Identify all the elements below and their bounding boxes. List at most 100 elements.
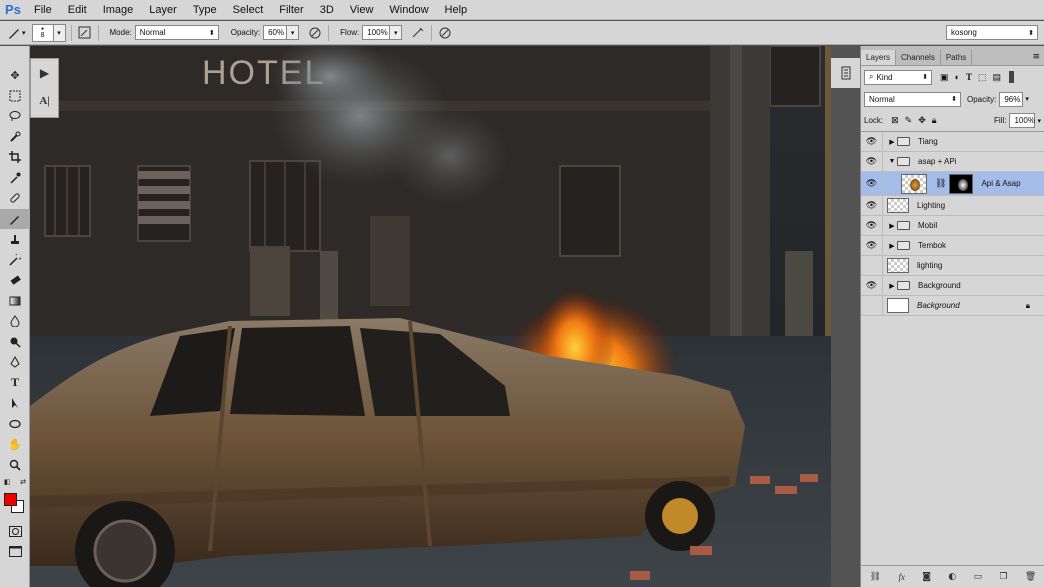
tab-layers[interactable]: Layers (861, 50, 897, 65)
quick-mask-icon[interactable] (0, 521, 30, 542)
link-layers-icon[interactable]: ⛓︎ (870, 572, 881, 582)
type-tool-icon[interactable]: T (0, 373, 30, 394)
menu-file[interactable]: File (26, 0, 60, 20)
layer-row-tembok[interactable]: 👁︎ ▶ Tembok (861, 235, 1044, 256)
fill-dropdown-icon[interactable]: ▾ (1037, 117, 1041, 125)
menu-filter[interactable]: Filter (271, 0, 311, 20)
layer-filter-select[interactable]: ⌕ Kind ⬍ (864, 69, 932, 85)
crop-tool-icon[interactable] (0, 147, 30, 168)
path-selection-tool-icon[interactable] (0, 393, 30, 414)
expand-arrow-icon[interactable]: ▶ (887, 138, 897, 146)
visibility-eye-icon[interactable]: 👁︎ (861, 235, 883, 256)
marquee-tool-icon[interactable] (0, 86, 30, 107)
filter-pixel-icon[interactable]: ▣ (940, 72, 949, 83)
healing-brush-tool-icon[interactable] (0, 188, 30, 209)
layer-row-asap-api[interactable]: 👁︎ ▼ asap + APi (861, 151, 1044, 172)
character-panel-icon[interactable]: A| (31, 87, 58, 115)
tab-paths[interactable]: Paths (941, 50, 973, 65)
layer-style-icon[interactable]: fx (898, 572, 905, 582)
filter-smart-object-icon[interactable]: ▤ (992, 72, 1001, 83)
expand-arrow-icon[interactable]: ▶ (887, 222, 897, 230)
add-mask-icon[interactable]: ◙ (922, 572, 931, 582)
quick-selection-tool-icon[interactable] (0, 127, 30, 148)
adjustment-layer-icon[interactable]: ◐ (948, 572, 956, 582)
brush-size-picker[interactable]: ● 8 (31, 23, 54, 42)
expand-arrow-icon[interactable]: ▶ (887, 282, 897, 290)
filter-shape-icon[interactable]: ⬚ (978, 72, 987, 83)
menu-3d[interactable]: 3D (312, 0, 342, 20)
pen-tool-icon[interactable] (0, 352, 30, 373)
history-brush-tool-icon[interactable] (0, 250, 30, 271)
lock-all-icon[interactable]: 🔒︎ (932, 115, 937, 126)
brush-panel-toggle-icon[interactable] (77, 25, 93, 41)
dodge-tool-icon[interactable] (0, 332, 30, 353)
filter-toggle-icon[interactable] (1009, 71, 1014, 83)
brush-size-dropdown[interactable]: ▾ (53, 23, 66, 42)
history-panel-icon[interactable] (831, 58, 860, 88)
document-canvas[interactable]: HOTEL (30, 46, 831, 587)
eraser-tool-icon[interactable] (0, 270, 30, 291)
filter-adjustment-icon[interactable]: ◐ (955, 72, 960, 82)
expand-arrow-icon[interactable]: ▶ (887, 242, 897, 250)
menu-help[interactable]: Help (437, 0, 476, 20)
fill-input[interactable]: 100% (1009, 113, 1036, 128)
new-layer-icon[interactable]: ❐ (999, 572, 1007, 582)
panel-menu-icon[interactable]: ≡ (1028, 49, 1044, 65)
lock-pixels-icon[interactable]: ✎ (905, 115, 913, 126)
pressure-opacity-icon[interactable] (307, 25, 323, 41)
lock-position-icon[interactable]: ✥ (918, 115, 926, 126)
screen-mode-icon[interactable] (0, 542, 30, 563)
flow-input[interactable]: 100% (362, 25, 391, 40)
workspace-select[interactable]: kosong ⬍ (946, 25, 1038, 40)
opacity-input[interactable]: 60% (263, 25, 288, 40)
blend-mode-select[interactable]: Normal ⬍ (864, 91, 961, 107)
visibility-toggle-empty[interactable] (861, 255, 883, 276)
mask-link-icon[interactable]: ⛓︎ (935, 178, 946, 189)
flow-slider-dropdown[interactable]: ▾ (390, 25, 403, 40)
shape-tool-icon[interactable] (0, 414, 30, 435)
airbrush-icon[interactable] (410, 25, 426, 41)
delete-layer-icon[interactable]: 🗑︎ (1025, 572, 1036, 582)
zoom-tool-icon[interactable] (0, 455, 30, 476)
layer-mask-thumbnail[interactable] (949, 173, 974, 194)
layer-row-tiang[interactable]: 👁︎ ▶ Tiang (861, 131, 1044, 152)
brush-tool-icon[interactable] (0, 208, 30, 229)
lock-transparent-icon[interactable]: ⊠ (891, 115, 899, 126)
layer-row-background-group[interactable]: 👁︎ ▶ Background (861, 275, 1044, 296)
pressure-size-icon[interactable] (437, 25, 453, 41)
menu-window[interactable]: Window (381, 0, 436, 20)
blur-tool-icon[interactable] (0, 311, 30, 332)
visibility-eye-icon[interactable]: 👁︎ (861, 195, 883, 216)
visibility-eye-icon[interactable]: 👁︎ (861, 131, 883, 152)
brush-preset-dropdown-icon[interactable]: ▾ (22, 29, 26, 37)
visibility-eye-icon[interactable]: 👁︎ (861, 171, 883, 196)
opacity-slider-dropdown[interactable]: ▾ (287, 25, 300, 40)
foreground-color-swatch[interactable] (4, 493, 17, 506)
visibility-eye-icon[interactable]: 👁︎ (861, 151, 883, 172)
mode-select[interactable]: Normal ⬍ (134, 25, 219, 40)
layer-opacity-dropdown-icon[interactable]: ▾ (1025, 95, 1029, 103)
eyedropper-tool-icon[interactable] (0, 168, 30, 189)
layer-row-lighting-hidden[interactable]: lighting (861, 255, 1044, 276)
new-group-icon[interactable]: ▭ (974, 572, 983, 582)
visibility-toggle-empty[interactable] (861, 295, 883, 316)
visibility-eye-icon[interactable]: 👁︎ (861, 215, 883, 236)
layer-row-api-asap[interactable]: 👁︎ ⛓︎ Api & Asap (861, 171, 1044, 196)
brush-preset-icon[interactable] (6, 25, 22, 41)
menu-type[interactable]: Type (185, 0, 225, 20)
gradient-tool-icon[interactable] (0, 291, 30, 312)
layer-row-background[interactable]: Background 🔒︎ (861, 295, 1044, 316)
menu-image[interactable]: Image (95, 0, 142, 20)
lasso-tool-icon[interactable] (0, 106, 30, 127)
menu-view[interactable]: View (342, 0, 382, 20)
collapse-arrow-icon[interactable]: ▼ (887, 158, 897, 165)
move-tool-icon[interactable]: ✥ (0, 65, 30, 86)
tab-channels[interactable]: Channels (896, 50, 941, 65)
layer-opacity-input[interactable]: 96% (999, 91, 1024, 107)
visibility-eye-icon[interactable]: 👁︎ (861, 275, 883, 296)
filter-type-icon[interactable]: T (966, 72, 972, 82)
menu-edit[interactable]: Edit (60, 0, 95, 20)
layer-row-mobil[interactable]: 👁︎ ▶ Mobil (861, 215, 1044, 236)
layer-row-lighting[interactable]: 👁︎ Lighting (861, 195, 1044, 216)
menu-layer[interactable]: Layer (141, 0, 185, 20)
